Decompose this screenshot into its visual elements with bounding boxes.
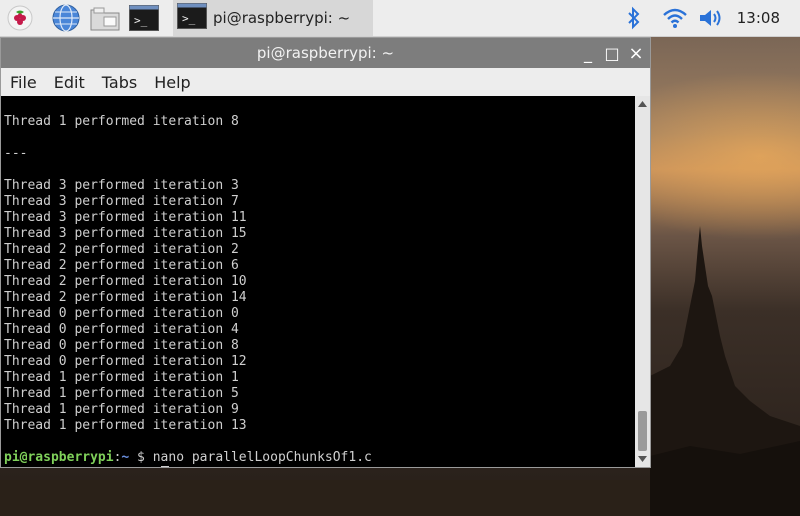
menu-edit[interactable]: Edit xyxy=(45,73,93,92)
window-title: pi@raspberrypi: ~ xyxy=(256,44,395,62)
prompt-user: pi@raspberrypi xyxy=(4,450,114,465)
terminal-line: Thread 2 performed iteration 6 xyxy=(4,258,239,273)
svg-text:>_: >_ xyxy=(182,12,196,25)
terminal-icon: >_ xyxy=(177,3,207,33)
temple-silhouette xyxy=(650,226,800,516)
terminal-line: Thread 3 performed iteration 15 xyxy=(4,226,247,241)
terminal-line: Thread 0 performed iteration 4 xyxy=(4,322,239,337)
bluetooth-icon[interactable] xyxy=(625,0,643,36)
taskbar: >_ >_ pi@raspberrypi: ~ 13:08 xyxy=(0,0,800,37)
raspberry-menu-icon[interactable] xyxy=(5,3,35,33)
prompt-symbol: $ xyxy=(129,450,153,465)
terminal-line: Thread 1 performed iteration 1 xyxy=(4,370,239,385)
terminal-input-line[interactable]: pi@raspberrypi:~ $ xyxy=(4,466,372,467)
terminal-line: Thread 2 performed iteration 10 xyxy=(4,274,247,289)
terminal-line: Thread 0 performed iteration 8 xyxy=(4,338,239,353)
wifi-icon[interactable] xyxy=(662,0,688,36)
terminal-line: Thread 0 performed iteration 0 xyxy=(4,306,239,321)
terminal-line: Thread 1 performed iteration 13 xyxy=(4,418,247,433)
scroll-up-icon[interactable] xyxy=(638,100,647,108)
minimize-button[interactable]: _ xyxy=(577,38,599,68)
globe-browser-icon[interactable] xyxy=(51,3,81,33)
window-titlebar[interactable]: pi@raspberrypi: ~ xyxy=(1,38,650,68)
terminal-line: Thread 2 performed iteration 2 xyxy=(4,242,239,257)
terminal-line: Thread 1 performed iteration 5 xyxy=(4,386,239,401)
menu-tabs[interactable]: Tabs xyxy=(93,73,145,92)
volume-icon[interactable] xyxy=(698,0,724,36)
terminal-line: Thread 3 performed iteration 7 xyxy=(4,194,239,209)
menubar: File Edit Tabs Help xyxy=(1,68,650,96)
terminal-line: Thread 1 performed iteration 9 xyxy=(4,402,239,417)
close-button[interactable]: × xyxy=(625,38,647,68)
scrollbar-thumb[interactable] xyxy=(638,411,647,451)
terminal-line: Thread 3 performed iteration 3 xyxy=(4,178,239,193)
terminal-prompt-line: pi@raspberrypi:~ $ nano parallelLoopChun… xyxy=(4,450,372,466)
terminal-scrollbar[interactable] xyxy=(635,96,650,467)
text-cursor xyxy=(160,466,169,467)
terminal-window: pi@raspberrypi: ~ _ □ × File Edit Tabs H… xyxy=(0,37,651,468)
menu-help[interactable]: Help xyxy=(145,73,198,92)
clock[interactable]: 13:08 xyxy=(737,0,780,36)
folder-icon[interactable] xyxy=(90,3,120,33)
terminal-line: Thread 3 performed iteration 11 xyxy=(4,210,247,225)
terminal-output[interactable]: Thread 1 performed iteration 8 --- Threa… xyxy=(1,96,635,467)
close-icon: × xyxy=(628,42,644,64)
terminal-line: Thread 2 performed iteration 14 xyxy=(4,290,247,305)
taskbar-window-button[interactable]: >_ pi@raspberrypi: ~ xyxy=(173,0,373,36)
maximize-icon: □ xyxy=(604,43,620,63)
minimize-icon: _ xyxy=(584,43,592,63)
maximize-button[interactable]: □ xyxy=(601,38,623,68)
scroll-down-icon[interactable] xyxy=(638,455,647,463)
terminal-line: --- xyxy=(4,146,28,161)
terminal-text: Thread 1 performed iteration 8 --- Threa… xyxy=(4,98,372,467)
menu-file[interactable]: File xyxy=(1,73,45,92)
terminal-line: Thread 0 performed iteration 12 xyxy=(4,354,247,369)
terminal-icon[interactable]: >_ xyxy=(129,3,159,33)
taskbar-window-label: pi@raspberrypi: ~ xyxy=(213,9,351,27)
svg-text:>_: >_ xyxy=(134,14,148,27)
previous-command: nano parallelLoopChunksOf1.c xyxy=(152,450,372,465)
terminal-line: Thread 1 performed iteration 8 xyxy=(4,114,239,129)
